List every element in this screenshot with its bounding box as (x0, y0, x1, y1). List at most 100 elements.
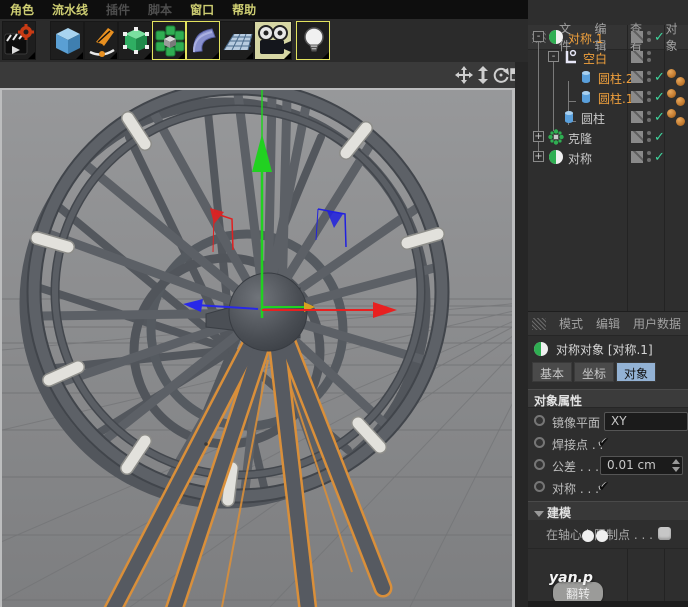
array-generator-icon[interactable] (152, 21, 186, 60)
visibility-dot-top[interactable] (647, 151, 651, 155)
enabled-check-icon[interactable]: ✓ (654, 70, 665, 85)
weld-points-checkmark[interactable]: ✔ (598, 435, 610, 451)
right-panel: 文件 编辑 查看 对象 - 对称.1 ✓ - 空白 圆柱.2 ✓ 圆柱.1 ✓ … (528, 0, 688, 607)
add-primitive-cube-icon[interactable] (50, 21, 84, 60)
object-label[interactable]: 圆柱.2 (598, 70, 633, 87)
material-tag-icon[interactable] (667, 89, 676, 98)
collapse-icon[interactable]: - (533, 31, 544, 42)
light-icon[interactable] (296, 21, 330, 60)
cinema4d-window: 角色 流水线 插件 脚本 窗口 帮助 文件 编辑 查看 对象 - 对称.1 ✓ … (0, 0, 688, 607)
material-tag-icon[interactable] (676, 77, 685, 86)
viewport-panel-splitter[interactable] (515, 62, 528, 607)
bend-deformer-icon[interactable] (186, 21, 220, 60)
mirror-plane-row: 镜像平面 XY (528, 411, 688, 433)
symmetry-checkmark[interactable]: ✔ (598, 479, 610, 495)
menu-help[interactable]: 帮助 (232, 1, 256, 18)
tree-row-symmetry1[interactable]: - 对称.1 ✓ (528, 27, 688, 47)
am-menu-edit[interactable]: 编辑 (596, 315, 620, 332)
object-label[interactable]: 圆柱 (581, 110, 605, 127)
mirror-plane-dropdown[interactable]: XY (604, 412, 688, 431)
visibility-dot-bottom[interactable] (647, 78, 651, 82)
restrict-points-row: 在轴心上限制点 . . . (528, 523, 688, 545)
menu-window[interactable]: 窗口 (190, 1, 214, 18)
visibility-dot-bottom[interactable] (647, 38, 651, 42)
object-label[interactable]: 对称 (568, 150, 592, 167)
layer-toggle[interactable] (631, 151, 643, 163)
visibility-dot-top[interactable] (647, 71, 651, 75)
layer-toggle[interactable] (631, 31, 643, 43)
layer-toggle[interactable] (631, 51, 643, 63)
enabled-check-icon[interactable]: ✓ (654, 30, 665, 45)
modeling-section-header[interactable]: 建模 (528, 501, 688, 520)
tree-row-symmetry[interactable]: + 对称 ✓ (528, 147, 688, 167)
weld-points-row: 焊接点 . . ✔ (528, 433, 688, 455)
weld-points-label: 焊接点 . . (552, 438, 604, 452)
tab-object[interactable]: 对象 (616, 362, 657, 382)
tree-row-cylinder1[interactable]: 圆柱.1 ✓ (528, 87, 688, 107)
layer-toggle[interactable] (631, 131, 643, 143)
visibility-dot-top[interactable] (647, 131, 651, 135)
visibility-dot-top[interactable] (647, 31, 651, 35)
expand-icon[interactable]: + (533, 131, 544, 142)
3d-viewport[interactable] (0, 88, 515, 607)
tab-coordinates[interactable]: 坐标 (574, 362, 615, 382)
visibility-dot-top[interactable] (647, 51, 651, 55)
visibility-dot-top[interactable] (647, 91, 651, 95)
tolerance-spinner[interactable] (672, 459, 680, 472)
keyframe-circle-icon[interactable] (534, 437, 545, 448)
menu-pipeline[interactable]: 流水线 (52, 1, 88, 18)
visibility-dot-bottom[interactable] (647, 158, 651, 162)
viewport-title-bar[interactable] (0, 62, 525, 88)
object-label[interactable]: 克隆 (568, 130, 592, 147)
am-menu-mode[interactable]: 模式 (559, 315, 583, 332)
visibility-dot-bottom[interactable] (647, 58, 651, 62)
material-tag-icon[interactable] (667, 109, 676, 118)
object-properties-section-header[interactable]: 对象属性 (528, 389, 688, 408)
material-tag-icon[interactable] (676, 97, 685, 106)
tree-row-cylinder[interactable]: 圆柱 ✓ (528, 107, 688, 127)
pan-view-icon[interactable] (455, 66, 473, 84)
menu-plugins[interactable]: 插件 (106, 1, 130, 18)
keyframe-circle-icon[interactable] (534, 459, 545, 470)
expand-icon[interactable]: + (533, 151, 544, 162)
layer-toggle[interactable] (631, 71, 643, 83)
make-editable-cube-icon[interactable] (118, 21, 152, 60)
tree-row-cloner[interactable]: + 克隆 ✓ (528, 127, 688, 147)
tree-row-null[interactable]: - 空白 (528, 47, 688, 67)
enabled-check-icon[interactable]: ✓ (654, 150, 665, 165)
spline-pen-icon[interactable] (84, 21, 118, 60)
enabled-check-icon[interactable]: ✓ (654, 130, 665, 145)
visibility-dot-bottom[interactable] (647, 98, 651, 102)
enabled-check-icon[interactable]: ✓ (654, 90, 665, 105)
menu-script[interactable]: 脚本 (148, 1, 172, 18)
tree-row-cylinder2[interactable]: 圆柱.2 ✓ (528, 67, 688, 87)
menu-character[interactable]: 角色 (10, 1, 34, 18)
keyframe-circle-icon[interactable] (534, 481, 545, 492)
zoom-view-icon[interactable] (474, 66, 492, 84)
collapse-icon[interactable]: - (548, 51, 559, 62)
tab-basic[interactable]: 基本 (532, 362, 573, 382)
panel-grip-icon[interactable] (532, 317, 546, 330)
material-tag-icon[interactable] (667, 69, 676, 78)
enabled-check-icon[interactable]: ✓ (654, 110, 665, 125)
am-menu-userdata[interactable]: 用户数据 (633, 315, 681, 332)
am-object-title-row: 对称对象 [对称.1] (528, 337, 688, 361)
watermark-dot (596, 530, 608, 542)
visibility-dot-bottom[interactable] (647, 118, 651, 122)
object-label[interactable]: 空白 (583, 50, 607, 67)
object-label[interactable]: 圆柱.1 (598, 90, 633, 107)
keyframe-circle-icon[interactable] (534, 415, 545, 426)
layer-toggle[interactable] (631, 91, 643, 103)
object-label[interactable]: 对称.1 (568, 30, 603, 47)
layer-toggle[interactable] (631, 111, 643, 123)
rotate-view-icon[interactable] (492, 66, 510, 84)
floor-environment-icon[interactable] (220, 21, 254, 60)
tolerance-row: 公差 . . . 0.01 cm (528, 455, 688, 477)
visibility-dot-top[interactable] (647, 111, 651, 115)
tolerance-input[interactable]: 0.01 cm (600, 456, 683, 475)
material-tag-icon[interactable] (676, 117, 685, 126)
camera-icon[interactable] (254, 21, 292, 60)
visibility-dot-bottom[interactable] (647, 138, 651, 142)
restrict-points-checkbox[interactable] (658, 527, 671, 540)
render-settings-icon[interactable] (2, 21, 36, 60)
